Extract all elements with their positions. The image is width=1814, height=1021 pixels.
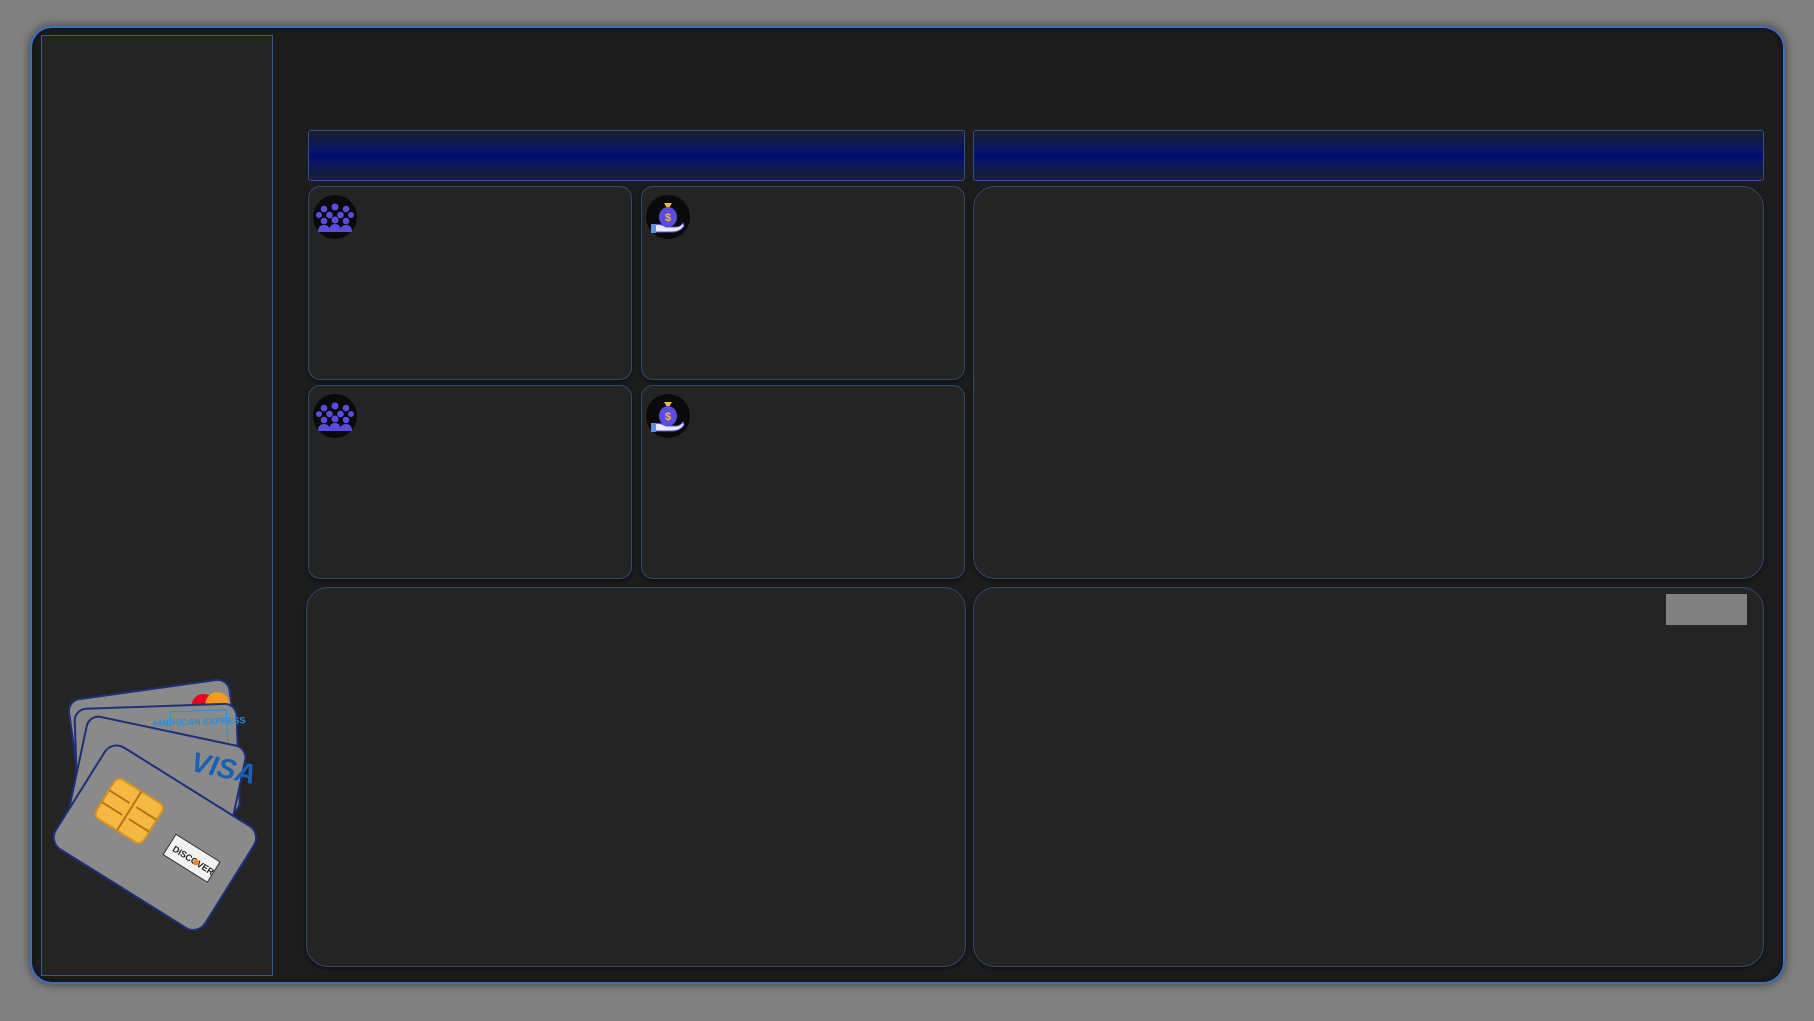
svg-text:$: $ <box>665 212 671 224</box>
kpi-card-3 <box>308 385 632 579</box>
left-section-banner <box>308 130 965 181</box>
panel-action-button[interactable] <box>1666 594 1747 625</box>
kpi-card-4: $ <box>641 385 965 579</box>
kpi-card-1 <box>308 186 632 380</box>
svg-text:$: $ <box>665 411 671 423</box>
bottom-left-chart-panel <box>306 587 966 967</box>
bottom-right-chart-panel <box>973 587 1764 967</box>
people-group-icon <box>313 394 357 438</box>
money-bag-hand-icon: $ <box>646 195 690 239</box>
kpi-card-2: $ <box>641 186 965 380</box>
credit-cards-illustration: AMERICAN EXPRESS VISA DISCOVER <box>52 678 259 931</box>
right-top-chart-panel <box>973 186 1764 579</box>
sidebar: AMERICAN EXPRESS VISA DISCOVER <box>41 35 273 976</box>
people-group-icon <box>313 195 357 239</box>
right-section-banner <box>973 130 1764 181</box>
money-bag-hand-icon: $ <box>646 394 690 438</box>
